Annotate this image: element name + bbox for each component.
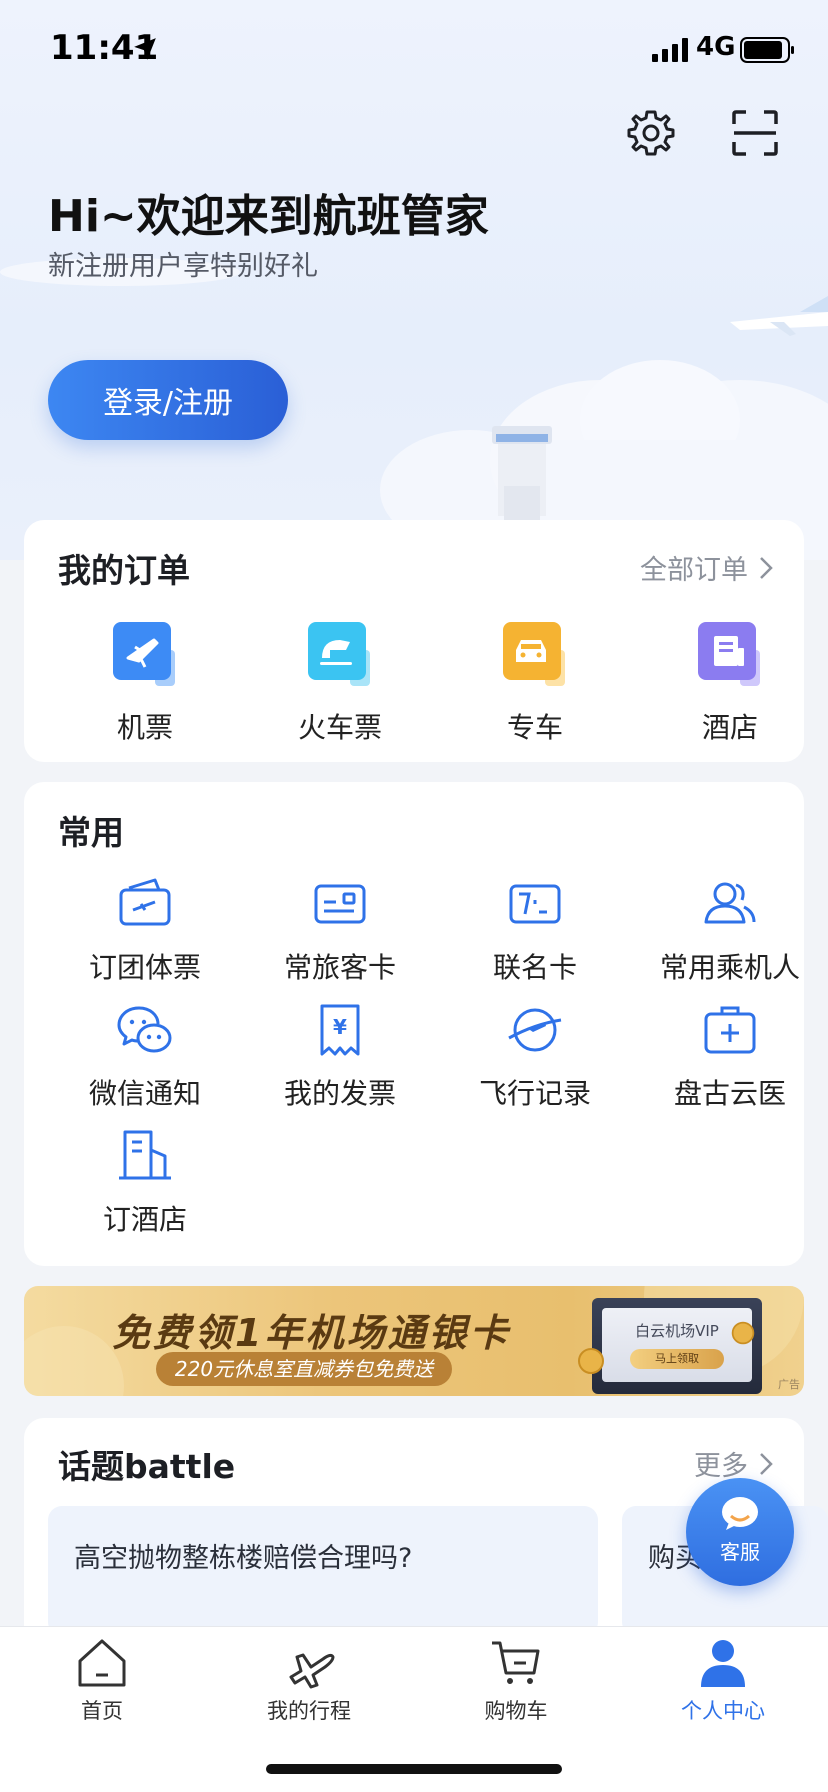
customer-service-label: 客服 <box>720 1540 760 1564</box>
tab-profile[interactable]: 个人中心 <box>643 1637 803 1725</box>
person-icon <box>701 1640 745 1687</box>
book-hotel-item[interactable]: 订酒店 <box>55 1126 235 1238</box>
order-car-label: 专车 <box>506 711 563 744</box>
medical-label: 盘古云医 <box>673 1077 786 1110</box>
book-hotel-label: 订酒店 <box>102 1203 187 1236</box>
cart-icon <box>492 1641 540 1684</box>
vip-card-button: 马上领取 <box>630 1349 724 1369</box>
customer-service-button[interactable]: 客服 <box>686 1478 794 1586</box>
co-branded-card-icon <box>509 884 561 924</box>
hero-section: 11:41 4G Hi~欢迎来到航班管家 新注册用户享特别好礼 登录/注册 <box>0 0 828 560</box>
airplane-illustration <box>730 296 828 336</box>
hotel-building-icon <box>119 1130 171 1180</box>
tab-cart-label: 购物车 <box>484 1699 548 1723</box>
location-arrow-icon <box>134 38 156 60</box>
welcome-subtitle: 新注册用户享特别好礼 <box>48 251 318 282</box>
order-hotel-label: 酒店 <box>701 711 758 744</box>
coin-icon <box>731 1321 755 1345</box>
frequent-flyer-card-icon <box>314 884 366 924</box>
chevron-right-icon <box>760 1452 773 1475</box>
control-tower <box>492 426 552 526</box>
flight-record-label: 飞行记录 <box>478 1077 591 1110</box>
common-title: 常用 <box>58 813 124 852</box>
ad-tag: 广告 <box>778 1378 800 1391</box>
orders-card: 我的订单 全部订单 机票 火车票 专车 酒店 <box>24 520 804 762</box>
order-flight-label: 机票 <box>116 711 173 744</box>
headset-chat-icon <box>722 1497 758 1530</box>
svg-text:¥: ¥ <box>333 1015 347 1039</box>
orders-title: 我的订单 <box>58 551 190 590</box>
all-orders-link[interactable]: 全部订单 <box>640 548 774 587</box>
order-train[interactable]: 火车票 <box>265 620 415 746</box>
order-flight[interactable]: 机票 <box>70 620 220 746</box>
topics-title: 话题battle <box>58 1447 236 1486</box>
banner-title: 免费领1年机场通银卡 <box>112 1311 511 1355</box>
banner-subtitle: 220元休息室直减券包免费送 <box>156 1352 452 1386</box>
invoice-label: 我的发票 <box>283 1077 396 1110</box>
plane-ticket-icon <box>113 622 175 686</box>
frequent-flyer-card-item[interactable]: 常旅客卡 <box>250 874 430 986</box>
coin-icon <box>578 1348 604 1374</box>
order-hotel[interactable]: 酒店 <box>655 620 805 746</box>
tab-home[interactable]: 首页 <box>22 1637 182 1725</box>
vip-card-image: 白云机场VIP 马上领取 <box>592 1298 762 1394</box>
wechat-icon <box>117 1006 172 1053</box>
topic-item[interactable]: 高空抛物整栋楼赔偿合理吗? <box>48 1506 598 1636</box>
topic-text: 高空抛物整栋楼赔偿合理吗? <box>74 1543 413 1574</box>
login-register-button[interactable]: 登录/注册 <box>48 360 288 440</box>
flight-record-item[interactable]: 飞行记录 <box>445 1000 625 1112</box>
hotel-icon <box>698 622 760 686</box>
signal-icon <box>652 38 688 62</box>
co-branded-card-label: 联名卡 <box>492 951 577 984</box>
group-ticket-item[interactable]: 订团体票 <box>55 874 235 986</box>
home-icon <box>78 1639 126 1687</box>
home-indicator <box>266 1764 562 1774</box>
chevron-right-icon <box>760 556 773 579</box>
tab-trips[interactable]: 我的行程 <box>229 1637 389 1725</box>
common-tools-card: 常用 订团体票 常旅客卡 联名卡 常用乘机人 微信通知 ¥ 我的发票 飞行记录 … <box>24 782 804 1266</box>
scan-icon[interactable] <box>730 108 780 158</box>
medical-item[interactable]: 盘古云医 <box>640 1000 820 1112</box>
network-type: 4G <box>696 32 736 62</box>
invoice-icon: ¥ <box>320 1004 360 1056</box>
passengers-icon <box>704 882 756 924</box>
all-orders-label: 全部订单 <box>640 555 748 586</box>
status-bar: 11:41 4G <box>0 0 828 100</box>
promo-banner[interactable]: 免费领1年机场通银卡 220元休息室直减券包免费送 白云机场VIP 马上领取 广… <box>24 1286 804 1396</box>
car-icon <box>503 622 565 686</box>
passengers-label: 常用乘机人 <box>659 951 800 984</box>
wechat-notify-item[interactable]: 微信通知 <box>55 1000 235 1112</box>
flight-record-icon <box>508 1008 562 1052</box>
topics-more-link[interactable]: 更多 <box>694 1444 774 1483</box>
group-ticket-icon <box>119 878 171 926</box>
battery-icon <box>740 37 794 63</box>
wechat-notify-label: 微信通知 <box>88 1077 201 1110</box>
co-branded-card-item[interactable]: 联名卡 <box>445 874 625 986</box>
tab-cart[interactable]: 购物车 <box>436 1637 596 1725</box>
gear-icon[interactable] <box>626 108 676 158</box>
order-car[interactable]: 专车 <box>460 620 610 746</box>
frequent-flyer-card-label: 常旅客卡 <box>283 951 396 984</box>
tab-profile-label: 个人中心 <box>681 1699 765 1723</box>
tab-trips-label: 我的行程 <box>267 1699 351 1723</box>
plane-icon <box>289 1653 335 1689</box>
order-train-label: 火车票 <box>297 711 382 744</box>
welcome-title: Hi~欢迎来到航班管家 <box>48 191 489 242</box>
medical-kit-icon <box>704 1006 756 1054</box>
tab-home-label: 首页 <box>81 1699 123 1723</box>
train-ticket-icon <box>308 622 370 686</box>
group-ticket-label: 订团体票 <box>88 951 201 984</box>
invoice-item[interactable]: ¥ 我的发票 <box>250 1000 430 1112</box>
passengers-item[interactable]: 常用乘机人 <box>640 874 820 986</box>
